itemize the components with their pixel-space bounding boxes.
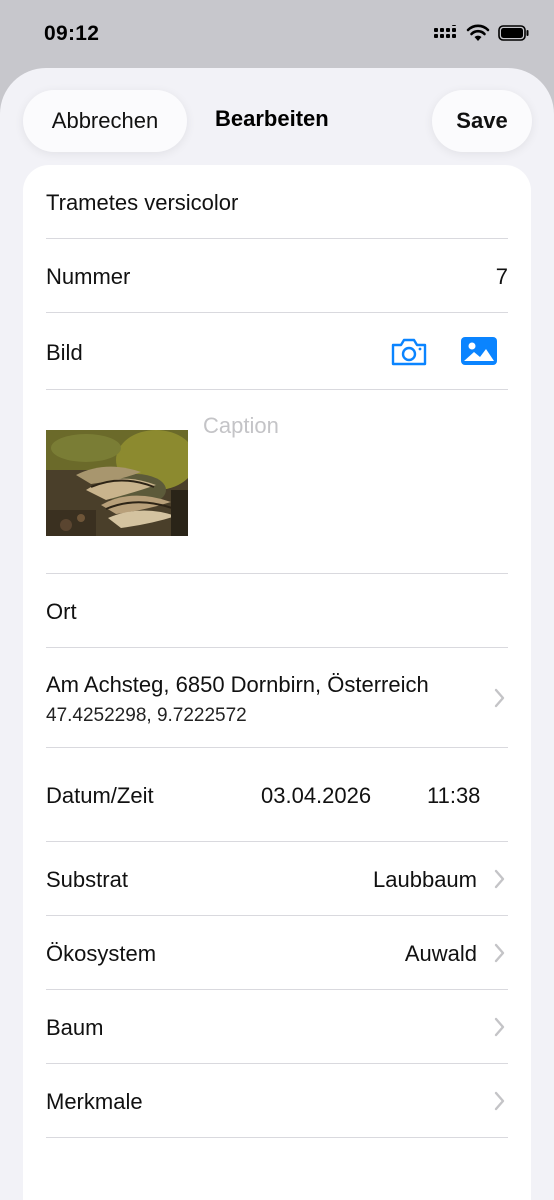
number-row: Nummer 7 xyxy=(46,239,508,313)
battery-icon xyxy=(498,25,529,41)
signal-icon xyxy=(434,25,456,38)
location-row: Ort xyxy=(46,574,508,648)
time-picker[interactable]: 11:38 xyxy=(427,783,480,809)
address-row[interactable]: Am Achsteg, 6850 Dornbirn, Österreich 47… xyxy=(46,648,508,748)
chevron-right-icon xyxy=(494,943,505,963)
number-field[interactable]: 7 xyxy=(496,264,508,290)
location-label: Ort xyxy=(46,599,77,624)
status-time: 09:12 xyxy=(44,22,100,45)
tree-row[interactable]: Baum xyxy=(46,990,508,1064)
chevron-right-icon xyxy=(494,1017,505,1037)
substrate-row[interactable]: Substrat Laubbaum xyxy=(46,842,508,916)
camera-icon[interactable] xyxy=(390,337,428,367)
ecosystem-row[interactable]: Ökosystem Auwald xyxy=(46,916,508,990)
photo-library-icon[interactable] xyxy=(461,337,497,365)
edit-sheet: Abbrechen Bearbeiten Save Trametes versi… xyxy=(0,68,554,1200)
save-button[interactable]: Save xyxy=(432,90,532,152)
caption-row xyxy=(46,390,508,574)
tree-label: Baum xyxy=(46,1015,104,1040)
status-bar: 09:12 xyxy=(0,0,554,68)
name-row[interactable]: Trametes versicolor xyxy=(46,165,508,239)
image-row: Bild xyxy=(46,313,508,390)
cancel-button[interactable]: Abbrechen xyxy=(23,90,187,152)
ecosystem-label: Ökosystem xyxy=(46,941,157,966)
datetime-label: Datum/Zeit xyxy=(46,783,154,808)
address-text: Am Achsteg, 6850 Dornbirn, Österreich xyxy=(46,672,429,697)
substrate-value: Laubbaum xyxy=(373,867,477,892)
image-label: Bild xyxy=(46,340,83,365)
chevron-right-icon xyxy=(494,1091,505,1111)
coordinates-text: 47.4252298, 9.7222572 xyxy=(46,705,247,726)
wifi-icon xyxy=(466,24,490,41)
name-field[interactable]: Trametes versicolor xyxy=(46,190,238,216)
chevron-right-icon xyxy=(494,869,505,889)
datetime-row: Datum/Zeit 03.04.2026 11:38 xyxy=(46,748,508,842)
sheet-title: Bearbeiten xyxy=(215,106,329,131)
chevron-right-icon xyxy=(494,688,505,708)
substrate-label: Substrat xyxy=(46,867,128,892)
features-label: Merkmale xyxy=(46,1089,143,1114)
form-card: Trametes versicolor Nummer 7 Bild Captio… xyxy=(23,165,531,1200)
number-label: Nummer xyxy=(46,264,131,289)
ecosystem-value: Auwald xyxy=(404,941,477,966)
status-icons xyxy=(434,24,530,42)
features-row[interactable]: Merkmale xyxy=(46,1064,508,1138)
date-picker[interactable]: 03.04.2026 xyxy=(261,783,371,809)
